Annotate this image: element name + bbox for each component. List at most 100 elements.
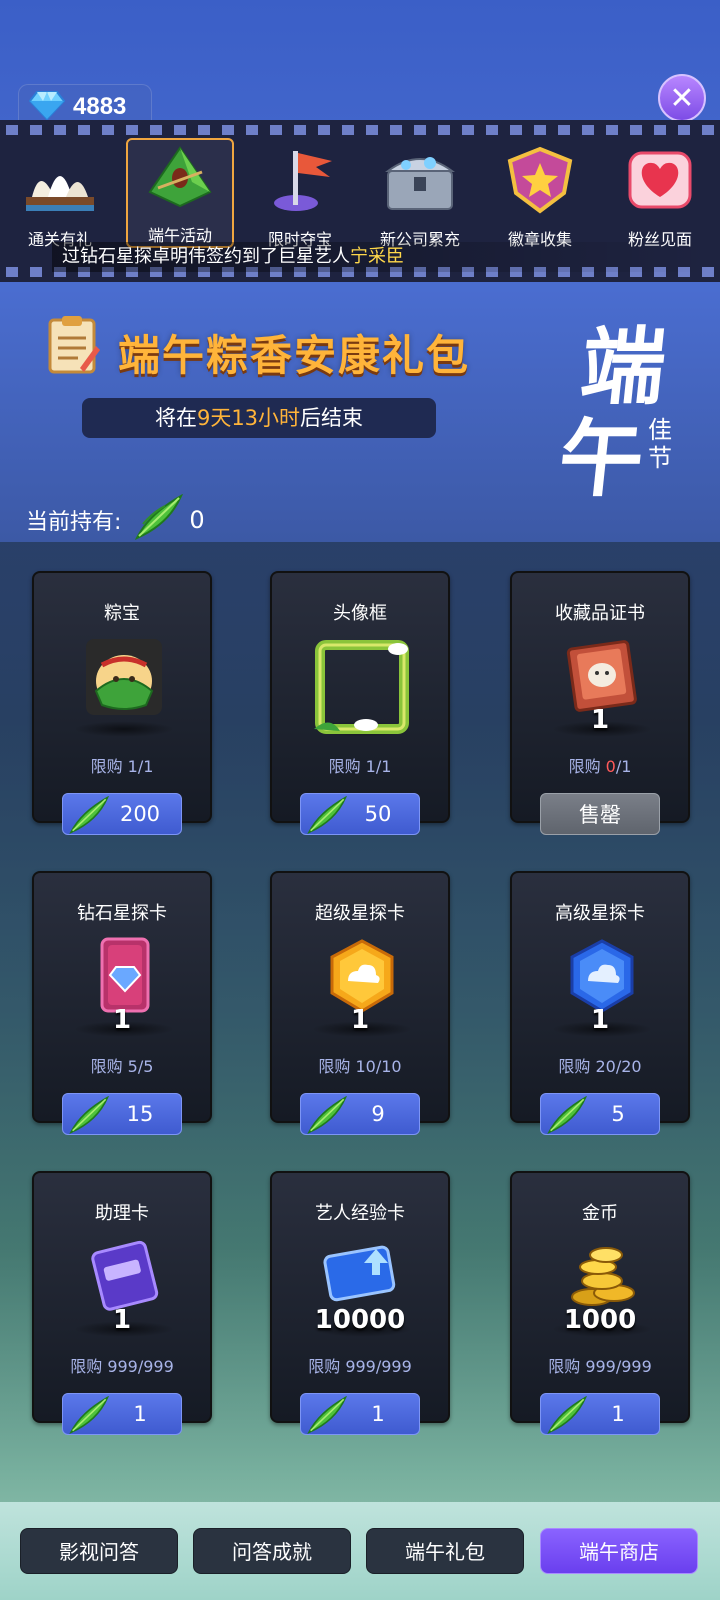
bamboo-leaf-icon: [307, 1095, 349, 1139]
close-button[interactable]: ✕: [658, 74, 706, 122]
item-limit: 限购 999/999: [512, 1353, 688, 1377]
item-name: 粽宝: [104, 603, 140, 624]
buy-button[interactable]: 1: [300, 1393, 420, 1435]
heart-icon: [620, 142, 700, 218]
item-limit: 限购 999/999: [272, 1353, 448, 1377]
limit-prefix: 限购: [328, 757, 361, 776]
gem-count: 4883: [73, 93, 127, 120]
limit-total: /999: [375, 1357, 412, 1376]
bamboo-leaf-icon: [307, 1395, 349, 1439]
zongzi-icon: [140, 140, 220, 214]
activity-nav: 通关有礼 端午活动 限时夺宝 新公司累充 徽章收集 粉丝见面 过钻石星探卓明伟签…: [0, 120, 720, 282]
nav-tab-dragon-boat[interactable]: 端午活动: [126, 138, 234, 248]
item-limit: 限购 999/999: [34, 1353, 210, 1377]
item-name: 收藏品证书: [555, 603, 645, 624]
limit-used: 1: [365, 757, 376, 776]
shop-item-card: 头像框 限购 1/1 50: [270, 571, 450, 835]
buy-button[interactable]: 1: [540, 1393, 660, 1435]
limit-prefix: 限购: [70, 1357, 103, 1376]
shop-item-card: 助理卡 1 限购 999/999 1: [32, 1171, 212, 1435]
item-limit: 限购 10/10: [272, 1053, 448, 1077]
banner-title: 端午粽香安康礼包: [118, 331, 471, 380]
countdown-prefix: 将在: [154, 406, 197, 430]
sold-out-button: 售罄: [540, 793, 660, 835]
item-qty: 1000: [563, 1305, 637, 1335]
item-limit: 限购 0/1: [512, 753, 688, 777]
item-price: 售罄: [579, 803, 621, 827]
holding-value: 0: [189, 506, 205, 534]
buy-button[interactable]: 50: [300, 793, 420, 835]
limit-prefix: 限购: [90, 1057, 123, 1076]
limit-total: /5: [137, 1057, 154, 1076]
item-qty: 1: [350, 1005, 370, 1035]
item-name: 钻石星探卡: [77, 903, 167, 924]
ticker-highlight: 宁采臣: [350, 246, 404, 267]
item-qty: 1: [590, 705, 610, 735]
buy-button[interactable]: 200: [62, 793, 182, 835]
limit-prefix: 限购: [548, 1357, 581, 1376]
bamboo-leaf-icon: [135, 493, 185, 546]
shop-item-card: 超级星探卡 1 限购 10/10 9: [270, 871, 450, 1135]
buy-button[interactable]: 1: [62, 1393, 182, 1435]
nav-tab-clear-reward[interactable]: 通关有礼: [0, 142, 120, 252]
limit-total: /10: [375, 1057, 402, 1076]
checklist-icon: [40, 314, 104, 380]
item-price: 1: [371, 1402, 385, 1426]
ticker-text: 过钻石星探卓明伟签约到了巨星艺人: [62, 246, 350, 267]
tab-gift-pack[interactable]: 端午礼包: [366, 1528, 524, 1574]
shop-item-card: 粽宝 限购 1/1 200: [32, 571, 212, 835]
bamboo-leaf-icon: [69, 795, 111, 839]
limit-used: 20: [595, 1057, 616, 1076]
nav-tab-badge[interactable]: 徽章收集: [480, 142, 600, 252]
item-name: 超级星探卡: [315, 903, 405, 924]
treasure-chest-icon: [380, 142, 460, 218]
item-price: 1: [133, 1402, 147, 1426]
shop-item-card: 高级星探卡 1 限购 20/20 5: [510, 871, 690, 1135]
item-limit: 限购 1/1: [34, 753, 210, 777]
item-name: 助理卡: [95, 1203, 149, 1224]
buy-button[interactable]: 15: [62, 1093, 182, 1135]
item-price: 50: [364, 802, 392, 826]
tab-quiz[interactable]: 影视问答: [20, 1528, 178, 1574]
limit-prefix: 限购: [568, 757, 601, 776]
shop-item-card: 收藏品证书 1 限购 0/1 售罄: [510, 571, 690, 835]
limit-total: /999: [615, 1357, 652, 1376]
limit-prefix: 限购: [308, 1357, 341, 1376]
bamboo-leaf-icon: [547, 1395, 589, 1439]
item-qty: 1: [112, 1305, 132, 1335]
item-price: 1: [611, 1402, 625, 1426]
item-limit: 限购 1/1: [272, 753, 448, 777]
tab-achievement[interactable]: 问答成就: [193, 1528, 351, 1574]
item-limit: 限购 5/5: [34, 1053, 210, 1077]
tab-shop[interactable]: 端午商店: [540, 1528, 698, 1574]
item-name: 金币: [582, 1203, 618, 1224]
buy-button[interactable]: 5: [540, 1093, 660, 1135]
bamboo-leaf-icon: [69, 1395, 111, 1439]
bamboo-leaf-icon: [307, 795, 349, 839]
limit-used: 10: [355, 1057, 376, 1076]
limit-total: /1: [375, 757, 392, 776]
opera-house-icon: [20, 142, 100, 218]
brush-char-3: 佳节: [648, 416, 672, 472]
holding-label: 当前持有:: [26, 510, 122, 535]
countdown-time: 9天13小时: [196, 406, 301, 430]
limit-prefix: 限购: [90, 757, 123, 776]
shop-item-card: 艺人经验卡 10000 限购 999/999 1: [270, 1171, 450, 1435]
zongzi-character-icon: [84, 637, 164, 717]
nav-tab-time-treasure[interactable]: 限时夺宝: [240, 142, 360, 252]
item-name: 头像框: [333, 603, 387, 624]
film-holes-top: [0, 125, 720, 135]
item-price: 5: [611, 1102, 625, 1126]
item-qty: 10000: [314, 1305, 406, 1335]
shop-item-card: 钻石星探卡 1 限购 5/5 15: [32, 871, 212, 1135]
brush-char-2: 午: [554, 409, 649, 508]
item-shadow: [74, 721, 174, 737]
flag-icon: [260, 142, 340, 218]
nav-tab-fan-meet[interactable]: 粉丝见面: [600, 142, 720, 252]
limit-used: 0: [605, 757, 616, 776]
item-price: 200: [119, 802, 161, 826]
item-name: 高级星探卡: [555, 903, 645, 924]
bamboo-leaf-icon: [69, 1095, 111, 1139]
buy-button[interactable]: 9: [300, 1093, 420, 1135]
nav-tab-new-company[interactable]: 新公司累充: [360, 142, 480, 252]
